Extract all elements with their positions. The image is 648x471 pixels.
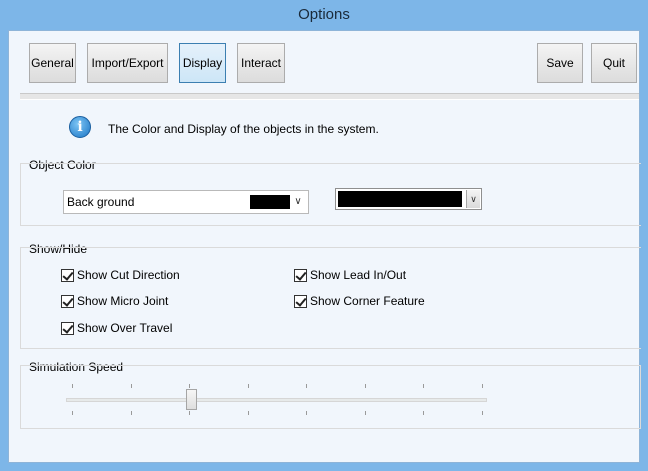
chevron-down-icon[interactable]: ∨	[466, 190, 480, 208]
checkmark-icon[interactable]	[294, 268, 307, 282]
general-button[interactable]: General	[29, 43, 76, 83]
color-picker-combo[interactable]: ∨	[335, 188, 482, 210]
checkmark-icon[interactable]	[294, 294, 307, 308]
save-button[interactable]: Save	[537, 43, 583, 83]
slider-tick	[306, 384, 308, 388]
slider-tick	[423, 384, 425, 388]
slider-thumb[interactable]	[185, 389, 197, 410]
slider-tick	[72, 384, 73, 388]
import-export-button[interactable]: Import/Export	[87, 43, 168, 83]
display-button[interactable]: Display	[179, 43, 226, 83]
slider-tick	[130, 384, 132, 388]
checkbox-label: Show Corner Feature	[310, 294, 425, 308]
show-lead-in-out-checkbox[interactable]: Show Lead In/Out	[294, 268, 406, 282]
show-over-travel-checkbox[interactable]: Show Over Travel	[61, 321, 172, 335]
slider-tick	[247, 384, 249, 388]
object-select-value: Back ground	[67, 195, 135, 209]
show-corner-feature-checkbox[interactable]: Show Corner Feature	[294, 294, 425, 308]
show-cut-direction-checkbox[interactable]: Show Cut Direction	[61, 268, 180, 282]
checkbox-label: Show Lead In/Out	[310, 268, 407, 282]
show-micro-joint-checkbox[interactable]: Show Micro Joint	[61, 294, 168, 308]
color-picker-swatch	[338, 191, 462, 207]
toolbar-separator	[20, 93, 639, 100]
checkmark-icon[interactable]	[61, 294, 74, 308]
simulation-speed-slider[interactable]	[66, 398, 487, 402]
slider-tick	[364, 411, 366, 415]
slider-tick	[306, 411, 308, 415]
interact-button[interactable]: Interact	[237, 43, 285, 83]
slider-tick	[247, 411, 249, 415]
checkbox-label: Show Micro Joint	[77, 294, 169, 308]
options-window: Options General Import/Export Display In…	[0, 0, 648, 471]
slider-tick	[482, 411, 483, 415]
window-title: Options	[298, 6, 350, 23]
options-panel: General Import/Export Display Interact S…	[8, 30, 641, 463]
slider-tick	[482, 384, 483, 388]
info-text: The Color and Display of the objects in …	[108, 122, 379, 136]
slider-tick	[72, 411, 73, 415]
slider-tick	[189, 411, 191, 415]
selected-color-swatch	[250, 195, 290, 209]
slider-tick	[364, 384, 366, 388]
quit-button[interactable]: Quit	[591, 43, 637, 83]
simulation-speed-group	[20, 365, 641, 429]
slider-tick	[423, 411, 425, 415]
object-select-combo[interactable]: Back ground ∨	[63, 190, 309, 214]
slider-tick	[130, 411, 132, 415]
chevron-down-icon: ∨	[294, 196, 302, 207]
checkmark-icon[interactable]	[61, 268, 74, 282]
slider-tick	[189, 384, 191, 388]
checkmark-icon[interactable]	[61, 321, 74, 335]
checkbox-label: Show Cut Direction	[77, 268, 180, 282]
checkbox-label: Show Over Travel	[77, 321, 173, 335]
info-icon: i	[69, 116, 91, 138]
